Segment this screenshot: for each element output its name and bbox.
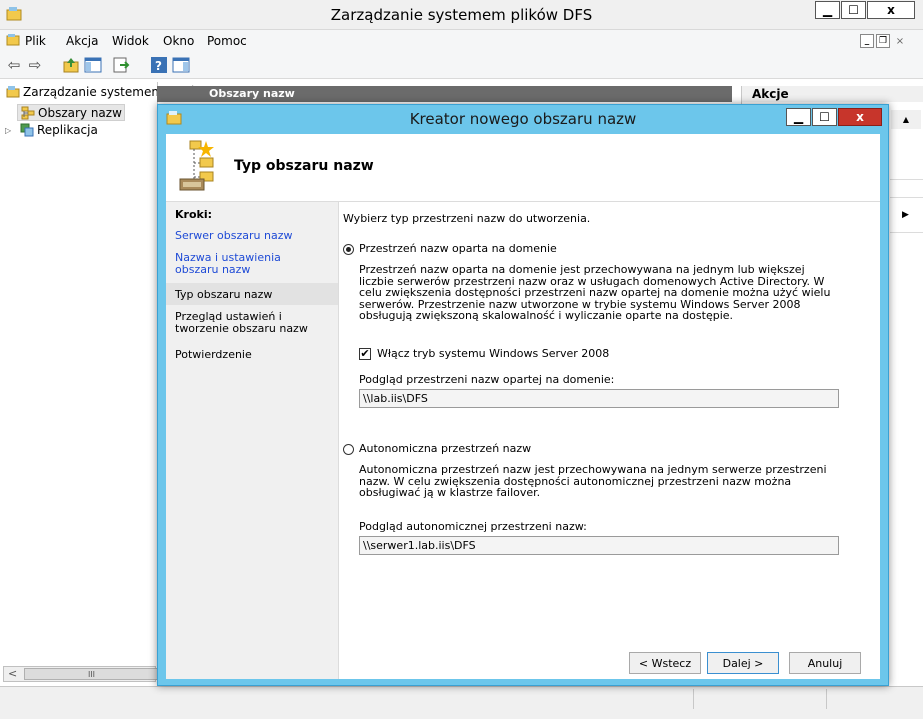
domain-description: Przestrzeń nazw oparta na domenie jest p… xyxy=(359,263,831,322)
mmc-icon xyxy=(6,33,20,47)
minimize-button[interactable]: ▁ xyxy=(815,1,840,19)
wizard-page-heading: Typ obszaru nazw xyxy=(234,158,374,174)
status-divider xyxy=(693,689,694,709)
wizard-content: Wybierz typ przestrzeni nazw do utworzen… xyxy=(343,202,880,679)
dialog-maximize-button[interactable]: ☐ xyxy=(812,108,837,126)
scroll-left-arrow[interactable]: < xyxy=(8,667,17,680)
dialog-title: Kreator nowego obszaru nazw xyxy=(409,110,637,128)
up-folder-icon[interactable] xyxy=(62,56,80,74)
replication-icon xyxy=(20,123,34,137)
results-pane-title: Obszary nazw xyxy=(209,87,295,100)
tree-item-obszary-nazw[interactable]: Obszary nazw xyxy=(17,104,125,121)
step-przeglad: Przegląd ustawień i tworzenie obszaru na… xyxy=(175,310,308,335)
step-potwierdzenie: Potwierdzenie xyxy=(175,348,252,361)
actions-pane-header: Akcje xyxy=(741,86,923,102)
menu-okno[interactable]: Okno xyxy=(163,34,194,48)
radio-standalone-namespace[interactable] xyxy=(343,444,354,455)
standalone-preview-field[interactable]: \\serwer1.lab.iis\DFS xyxy=(359,536,839,555)
menu-bar: Plik Akcja Widok Okno Pomoc _ ❐ × xyxy=(0,30,923,52)
namespace-wizard-icon xyxy=(176,139,222,193)
domain-preview-label: Podgląd przestrzeni nazw opartej na dome… xyxy=(359,373,615,386)
window-title: Zarządzanie systemem plików DFS xyxy=(330,6,593,24)
domain-preview-field[interactable]: \\lab.iis\DFS xyxy=(359,389,839,408)
tree-root-icon xyxy=(6,85,20,99)
show-hide-action-pane-icon[interactable] xyxy=(172,56,190,74)
back-arrow-icon[interactable]: ⇦ xyxy=(5,56,23,74)
checkbox-ws2008-label[interactable]: Włącz tryb systemu Windows Server 2008 xyxy=(377,347,609,360)
show-hide-tree-icon[interactable] xyxy=(84,56,102,74)
console-tree: Zarządzanie systemem plików DFS Obszary … xyxy=(0,82,232,685)
back-button[interactable]: < Wstecz xyxy=(629,652,701,674)
radio-domain-namespace[interactable] xyxy=(343,244,354,255)
svg-text:?: ? xyxy=(155,59,162,73)
help-icon[interactable]: ? xyxy=(150,56,168,74)
more-actions-arrow-icon[interactable]: ▶ xyxy=(902,210,909,220)
forward-arrow-icon[interactable]: ⇨ xyxy=(26,56,44,74)
status-bar xyxy=(0,686,923,719)
menu-plik[interactable]: Plik xyxy=(25,34,46,48)
steps-label: Kroki: xyxy=(175,208,212,221)
tree-item-label: Obszary nazw xyxy=(38,106,122,120)
menu-akcja[interactable]: Akcja xyxy=(66,34,98,48)
export-list-icon[interactable] xyxy=(112,56,130,74)
actions-scroll-up[interactable]: ▲ xyxy=(891,110,921,129)
menu-pomoc[interactable]: Pomoc xyxy=(207,34,247,48)
cancel-button[interactable]: Anuluj xyxy=(789,652,861,674)
wizard-header: Typ obszaru nazw xyxy=(166,134,880,202)
dialog-body: Typ obszaru nazw Kroki: Serwer obszaru n… xyxy=(166,134,880,679)
close-button[interactable]: x xyxy=(867,1,915,19)
radio-domain-label[interactable]: Przestrzeń nazw oparta na domenie xyxy=(359,242,557,255)
tree-hscrollbar[interactable]: < III xyxy=(3,666,159,682)
actions-divider xyxy=(890,232,923,233)
toolbar: ⇦ ⇨ ? xyxy=(0,52,923,79)
dialog-title-bar: Kreator nowego obszaru nazw ▁ ☐ x xyxy=(158,105,888,132)
maximize-button[interactable]: ☐ xyxy=(841,1,866,19)
standalone-description: Autonomiczna przestrzeń nazw jest przech… xyxy=(359,463,827,499)
main-title-bar: Zarządzanie systemem plików DFS ▁ ☐ x xyxy=(0,0,923,30)
dialog-close-button[interactable]: x xyxy=(838,108,882,126)
child-minimize-button[interactable]: _ xyxy=(860,34,874,48)
tree-item-replikacja[interactable]: Replikacja xyxy=(37,123,98,137)
child-restore-button[interactable]: ❐ xyxy=(876,34,890,48)
step-serwer[interactable]: Serwer obszaru nazw xyxy=(175,229,325,242)
intro-text: Wybierz typ przestrzeni nazw do utworzen… xyxy=(343,212,591,225)
expand-arrow-icon[interactable]: ▷ xyxy=(5,126,11,135)
step-nazwa[interactable]: Nazwa i ustawienia obszaru nazw xyxy=(175,252,325,276)
namespace-icon xyxy=(21,106,35,120)
wizard-steps-pane: Kroki: Serwer obszaru nazw Nazwa i ustaw… xyxy=(166,202,339,679)
actions-pane-title: Akcje xyxy=(752,87,789,101)
actions-divider xyxy=(890,179,923,180)
results-pane-header: Obszary nazw xyxy=(157,86,732,102)
menu-widok[interactable]: Widok xyxy=(112,34,149,48)
dialog-minimize-button[interactable]: ▁ xyxy=(786,108,811,126)
status-divider xyxy=(826,689,827,709)
standalone-preview-label: Podgląd autonomicznej przestrzeni nazw: xyxy=(359,520,587,533)
step-typ: Typ obszaru nazw xyxy=(175,288,273,301)
wizard-dialog: Kreator nowego obszaru nazw ▁ ☐ x Typ ob… xyxy=(157,104,889,686)
checkbox-ws2008-mode[interactable]: ✔ xyxy=(359,348,371,360)
next-button[interactable]: Dalej > xyxy=(707,652,779,674)
scroll-thumb[interactable]: III xyxy=(24,668,159,680)
actions-divider xyxy=(890,197,923,198)
child-close-button[interactable]: × xyxy=(893,34,907,48)
radio-standalone-label[interactable]: Autonomiczna przestrzeń nazw xyxy=(359,442,531,455)
